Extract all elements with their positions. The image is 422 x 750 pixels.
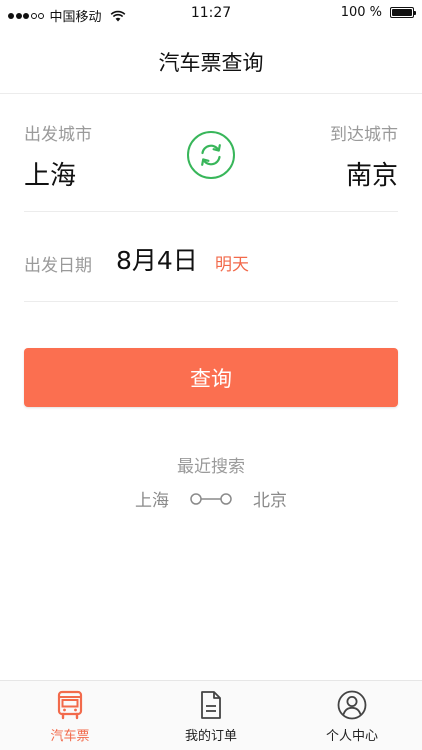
departure-city-label: 出发城市 <box>24 125 92 145</box>
departure-city-value[interactable]: 上海 <box>24 155 76 192</box>
recent-route-to: 北京 <box>253 491 287 511</box>
departure-date-hint: 明天 <box>215 255 249 275</box>
battery-icon <box>390 7 416 18</box>
navigation-bar: 汽车票查询 <box>0 28 422 94</box>
search-button[interactable]: 查询 <box>24 348 398 407</box>
departure-date-value[interactable]: 8月4日 <box>116 241 198 277</box>
refresh-arrows-icon <box>201 144 221 166</box>
tab-label: 我的订单 <box>184 729 237 744</box>
bus-icon <box>57 690 83 720</box>
battery-percentage: 100 % <box>340 5 382 20</box>
recent-searches-title: 最近搜索 <box>177 457 245 477</box>
arrival-city-label: 到达城市 <box>330 125 398 145</box>
city-row-divider <box>24 211 398 212</box>
user-icon <box>337 690 367 720</box>
page-title: 汽车票查询 <box>158 51 264 75</box>
tab-bar: 汽车票 我的订单 个人中心 <box>0 680 422 750</box>
departure-date-label: 出发日期 <box>24 256 92 276</box>
status-right: 100 % <box>340 5 416 20</box>
status-bar: 中国移动 11:27 100 % <box>0 0 422 28</box>
tab-label: 汽车票 <box>50 729 90 744</box>
tab-bus-tickets[interactable]: 汽车票 <box>0 689 140 744</box>
app-screen: 中国移动 11:27 100 % 汽车票查询 出发城市 上海 到达城市 南京 出… <box>0 0 422 750</box>
document-icon <box>201 691 221 719</box>
date-row-divider <box>24 301 398 302</box>
recent-route-item[interactable]: 上海 北京 <box>0 486 422 511</box>
tab-my-orders[interactable]: 我的订单 <box>141 689 281 744</box>
recent-route-from: 上海 <box>135 491 169 511</box>
arrival-city-value[interactable]: 南京 <box>346 155 398 192</box>
tab-label: 个人中心 <box>325 729 378 744</box>
swap-cities-button[interactable] <box>187 131 235 179</box>
tab-profile[interactable]: 个人中心 <box>282 689 422 744</box>
route-connector-icon <box>190 492 232 505</box>
